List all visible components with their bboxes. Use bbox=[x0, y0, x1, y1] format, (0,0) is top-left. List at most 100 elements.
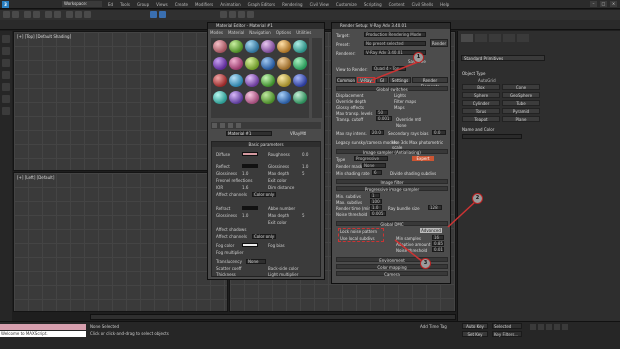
material-slot[interactable] bbox=[245, 40, 259, 53]
go-to-end-icon[interactable] bbox=[562, 324, 568, 330]
move-icon[interactable] bbox=[66, 11, 73, 18]
view-dropdown[interactable]: Quad 4 - Top bbox=[372, 66, 406, 71]
light-icon[interactable] bbox=[2, 59, 10, 67]
next-frame-icon[interactable] bbox=[554, 324, 560, 330]
adaptive-spinner[interactable]: 0.85 bbox=[432, 241, 444, 246]
menu-item[interactable]: Modes bbox=[210, 30, 223, 35]
progressive-sampler-header[interactable]: Progressive image sampler bbox=[336, 186, 448, 192]
sec-bias-spinner[interactable]: 0.0 bbox=[432, 130, 446, 135]
prev-frame-icon[interactable] bbox=[538, 324, 544, 330]
displacement-checkbox[interactable]: Displacement bbox=[336, 93, 364, 98]
systems-icon[interactable] bbox=[2, 107, 10, 115]
override-depth-checkbox[interactable]: Override depth bbox=[336, 99, 366, 104]
space-warp-icon[interactable] bbox=[2, 95, 10, 103]
material-slot[interactable] bbox=[213, 91, 227, 104]
menu-item[interactable]: Options bbox=[276, 30, 291, 35]
glossy-effects-checkbox[interactable]: Glossy effects bbox=[336, 105, 364, 110]
camera-icon[interactable] bbox=[2, 71, 10, 79]
material-slot[interactable] bbox=[293, 74, 307, 87]
material-slot[interactable] bbox=[213, 74, 227, 87]
render-button[interactable]: Render bbox=[430, 39, 448, 47]
max-transp-spinner[interactable]: 50 bbox=[376, 110, 388, 115]
material-slot[interactable] bbox=[261, 91, 275, 104]
fog-color-swatch[interactable] bbox=[242, 243, 258, 247]
select-icon[interactable] bbox=[45, 11, 52, 18]
object-button[interactable]: Teapot bbox=[462, 116, 500, 122]
link-icon[interactable] bbox=[24, 11, 31, 18]
unlink-icon[interactable] bbox=[33, 11, 40, 18]
translucency-dropdown[interactable]: None bbox=[246, 259, 266, 264]
render-time-spinner[interactable]: 1.0 bbox=[370, 205, 382, 210]
viewport-label[interactable]: [+] [Top] [Default Shading] bbox=[17, 34, 71, 39]
material-slot[interactable] bbox=[213, 57, 227, 70]
window-title[interactable]: Render Setup: V-Ray Adv 3.40.01 bbox=[332, 23, 450, 29]
undo-icon[interactable] bbox=[3, 11, 10, 18]
rotate-icon[interactable] bbox=[75, 11, 82, 18]
param-value[interactable]: 1.0 bbox=[302, 164, 308, 169]
preset-dropdown[interactable]: No preset selected bbox=[364, 41, 426, 46]
max-subdivs-spinner[interactable]: 100 bbox=[370, 199, 382, 204]
camera-header[interactable]: Camera bbox=[336, 271, 448, 277]
set-key-button[interactable]: Set Key bbox=[462, 331, 488, 337]
material-slot[interactable] bbox=[277, 40, 291, 53]
get-material-icon[interactable] bbox=[212, 123, 217, 128]
menu-item[interactable]: Civil Shells bbox=[412, 2, 434, 7]
material-slot[interactable] bbox=[293, 91, 307, 104]
min-samples-spinner[interactable]: 16 bbox=[432, 235, 444, 240]
material-editor-icon[interactable] bbox=[220, 11, 227, 18]
global-switches-header[interactable]: Global switches bbox=[336, 86, 448, 92]
menu-item[interactable]: Graph Editors bbox=[248, 2, 275, 7]
menu-item[interactable]: Modifiers bbox=[195, 2, 213, 7]
helper-icon[interactable] bbox=[2, 83, 10, 91]
render-teapot-icon[interactable] bbox=[247, 11, 254, 18]
use-local-subdivs-checkbox[interactable]: Use local subdivs bbox=[340, 236, 375, 241]
environment-header[interactable]: Environment bbox=[336, 257, 448, 263]
refract-swatch[interactable] bbox=[242, 206, 258, 210]
autogrid-checkbox[interactable]: AutoGrid bbox=[478, 78, 496, 83]
param-value[interactable]: 1.6 bbox=[242, 185, 248, 190]
menu-item[interactable]: Civil View bbox=[310, 2, 329, 7]
param-value[interactable]: 5 bbox=[302, 171, 305, 176]
max-ray-checkbox[interactable]: Max ray intens. bbox=[336, 131, 367, 136]
play-icon[interactable] bbox=[546, 324, 552, 330]
menu-item[interactable]: Create bbox=[175, 2, 188, 7]
material-slot[interactable] bbox=[277, 74, 291, 87]
menu-item[interactable]: Animation bbox=[220, 2, 240, 7]
menu-item[interactable]: Material bbox=[228, 30, 244, 35]
show-map-icon[interactable] bbox=[236, 123, 241, 128]
param-value[interactable]: 5 bbox=[302, 213, 305, 218]
material-slot[interactable] bbox=[229, 91, 243, 104]
material-slot[interactable] bbox=[293, 40, 307, 53]
param-value[interactable]: 1.0 bbox=[242, 213, 248, 218]
menu-item[interactable]: Rendering bbox=[282, 2, 302, 7]
sampler-type-dropdown[interactable]: Progressive bbox=[354, 156, 388, 161]
menu-item[interactable]: Utilities bbox=[296, 30, 311, 35]
filter-maps-checkbox[interactable]: Filter maps bbox=[394, 99, 416, 104]
material-slot[interactable] bbox=[229, 57, 243, 70]
angle-snap-icon[interactable] bbox=[159, 11, 166, 18]
material-slot[interactable] bbox=[261, 57, 275, 70]
affect-shadows-checkbox[interactable]: Affect shadows bbox=[216, 227, 246, 232]
category-dropdown[interactable]: Standard Primitives bbox=[461, 55, 545, 61]
object-button[interactable]: Cone bbox=[502, 84, 540, 90]
reflect-swatch[interactable] bbox=[242, 164, 258, 168]
transp-cutoff-spinner[interactable]: 0.001 bbox=[376, 116, 392, 121]
ray-bundle-spinner[interactable]: 128 bbox=[428, 205, 442, 210]
selected-dropdown[interactable]: Selected bbox=[492, 323, 522, 329]
maxscript-listener[interactable] bbox=[0, 324, 86, 330]
tab-render-elements[interactable]: Render Elements bbox=[412, 77, 448, 89]
redo-icon[interactable] bbox=[12, 11, 19, 18]
modify-tab-icon[interactable] bbox=[475, 34, 487, 42]
menu-item[interactable]: Content bbox=[389, 2, 405, 7]
maxscript-output[interactable]: Welcome to MAXScript. bbox=[0, 331, 86, 337]
min-subdivs-spinner[interactable]: 1 bbox=[370, 193, 380, 198]
render-mask-dropdown[interactable]: None bbox=[362, 163, 386, 168]
tab-vray[interactable]: V-Ray bbox=[357, 77, 375, 83]
param-value[interactable]: 0.0 bbox=[302, 152, 308, 157]
param-value[interactable]: 1.0 bbox=[242, 171, 248, 176]
window-title[interactable]: Material Editor - Material #1 bbox=[208, 23, 324, 29]
material-slot[interactable] bbox=[229, 40, 243, 53]
min-shading-spinner[interactable]: 6 bbox=[372, 170, 382, 175]
material-slot[interactable] bbox=[261, 40, 275, 53]
material-slot[interactable] bbox=[245, 57, 259, 70]
